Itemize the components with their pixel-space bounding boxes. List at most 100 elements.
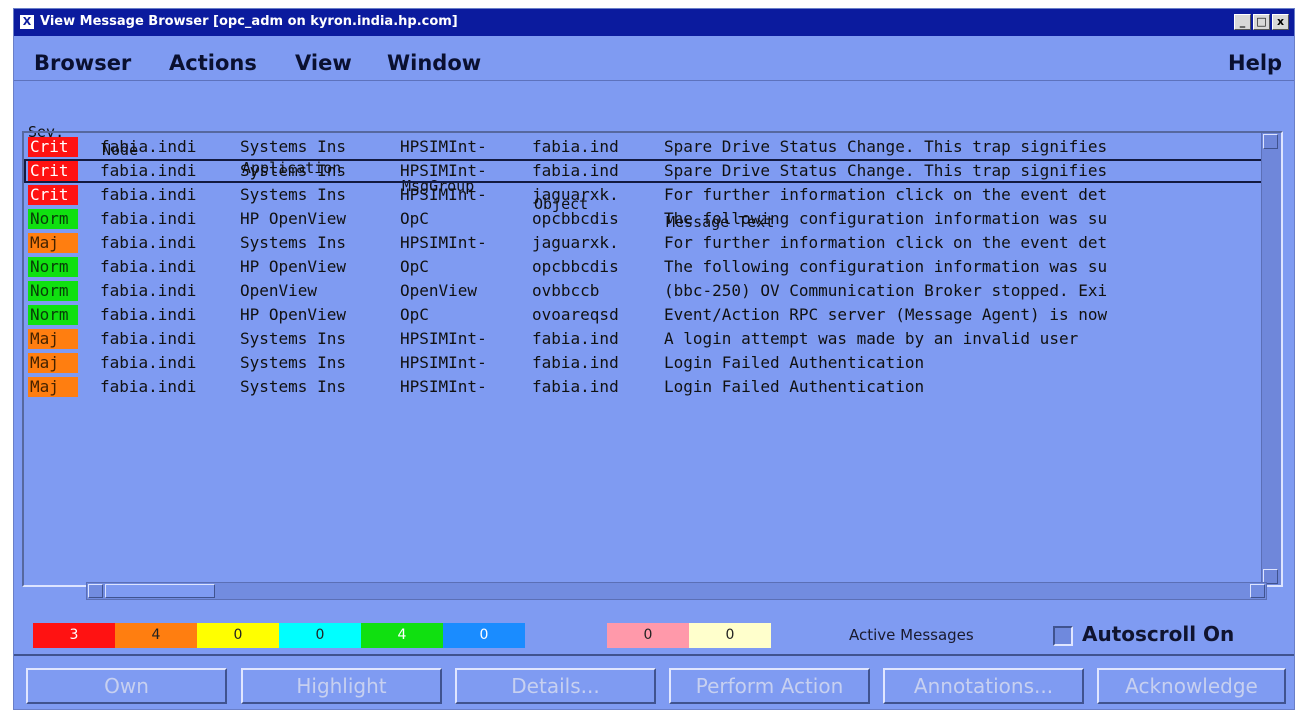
msggroup-cell: HPSIMInt- (400, 353, 487, 372)
window-title: View Message Browser [opc_adm on kyron.i… (40, 14, 458, 29)
message-text-cell: The following configuration information … (664, 209, 1108, 228)
table-row[interactable]: Maj fabia.indi Systems Ins HPSIMInt-fabia.i… (24, 351, 1264, 375)
horizontal-scroll-thumb[interactable] (105, 584, 215, 598)
severity-badge: Crit (28, 161, 78, 181)
menu-view[interactable]: View (295, 51, 352, 75)
severity-badge: Crit (28, 137, 78, 157)
application-cell: Systems Ins (240, 353, 346, 372)
own-button[interactable]: Own (26, 668, 227, 704)
severity-badge: Maj (28, 329, 78, 349)
minimize-button[interactable]: _ (1234, 14, 1251, 30)
object-cell: ovbbccb (532, 281, 600, 300)
annotations-button[interactable]: Annotations... (883, 668, 1084, 704)
menu-bar: Browser Actions View Window Help (14, 36, 1294, 81)
object-cell: jaguarxk. (532, 233, 619, 252)
vertical-scrollbar[interactable] (1261, 133, 1281, 585)
table-row[interactable]: Norm fabia.indi HP OpenView OpC opcbbcdis The… (24, 207, 1264, 231)
application-cell: OpenView (240, 281, 318, 300)
application-cell: Systems Ins (240, 329, 346, 348)
application-cell: HP OpenView (240, 209, 346, 228)
node-cell: fabia.indi (100, 233, 197, 252)
severity-badge: Norm (28, 209, 78, 229)
severity-count-1: 4 (115, 623, 197, 648)
severity-badge: Maj (28, 353, 78, 373)
severity-count-5: 0 (443, 623, 525, 648)
severity-count-4: 4 (361, 623, 443, 648)
application-cell: Systems Ins (240, 233, 346, 252)
table-row[interactable]: Norm fabia.indi OpenView OpenView ovbbccb (bb… (24, 279, 1264, 303)
msggroup-cell: OpC (400, 209, 429, 228)
table-row[interactable]: Maj fabia.indi Systems Ins HPSIMInt-fabia.i… (24, 375, 1264, 399)
object-cell: jaguarxk. (532, 185, 619, 204)
application-cell: Systems Ins (240, 161, 346, 180)
node-cell: fabia.indi (100, 377, 197, 396)
highlight-button[interactable]: Highlight (241, 668, 442, 704)
message-text-cell: Login Failed Authentication (664, 353, 925, 372)
table-row[interactable]: Norm fabia.indi HP OpenView OpC opcbbcdis The… (24, 255, 1264, 279)
autoscroll-checkbox[interactable] (1053, 626, 1073, 646)
maximize-button[interactable]: □ (1253, 14, 1270, 30)
object-cell: ovoareqsd (532, 305, 619, 324)
application-cell: HP OpenView (240, 257, 346, 276)
table-row[interactable]: Crit fabia.indi Systems Ins HPSIMInt-fabia.… (24, 135, 1264, 159)
severity-count-2: 0 (197, 623, 279, 648)
severity-count-6: 0 (607, 623, 689, 648)
msggroup-cell: OpC (400, 305, 429, 324)
details-button[interactable]: Details... (455, 668, 656, 704)
message-text-cell: Spare Drive Status Change. This trap sig… (664, 137, 1108, 156)
message-text-cell: Login Failed Authentication (664, 377, 925, 396)
scroll-left-icon[interactable] (88, 584, 103, 598)
menu-actions[interactable]: Actions (169, 51, 257, 75)
msggroup-cell: OpC (400, 257, 429, 276)
node-cell: fabia.indi (100, 161, 197, 180)
node-cell: fabia.indi (100, 257, 197, 276)
object-cell: fabia.ind (532, 353, 619, 372)
object-cell: opcbbcdis (532, 209, 619, 228)
table-row[interactable]: Crit fabia.indi Systems Ins HPSIMInt-fabia.… (24, 159, 1264, 183)
object-cell: fabia.ind (532, 377, 619, 396)
object-cell: opcbbcdis (532, 257, 619, 276)
severity-badge: Norm (28, 305, 78, 325)
menu-window[interactable]: Window (387, 51, 481, 75)
object-cell: fabia.ind (532, 329, 619, 348)
table-row[interactable]: Maj fabia.indi Systems Ins HPSIMInt-fabia.i… (24, 327, 1264, 351)
msggroup-cell: HPSIMInt- (400, 377, 487, 396)
message-text-cell: A login attempt was made by an invalid u… (664, 329, 1079, 348)
button-bar: Own Highlight Details... Perform Action … (14, 654, 1294, 713)
message-text-cell: (bbc-250) OV Communication Broker stoppe… (664, 281, 1108, 300)
severity-badge: Crit (28, 185, 78, 205)
msggroup-cell: HPSIMInt- (400, 329, 487, 348)
horizontal-scrollbar[interactable] (86, 582, 1267, 600)
msggroup-cell: OpenView (400, 281, 478, 300)
application-cell: Systems Ins (240, 377, 346, 396)
scroll-right-icon[interactable] (1250, 584, 1265, 598)
message-text-cell: Event/Action RPC server (Message Agent) … (664, 305, 1108, 324)
node-cell: fabia.indi (100, 209, 197, 228)
menu-help[interactable]: Help (1228, 51, 1282, 75)
table-row[interactable]: Maj fabia.indi Systems Ins HPSIMInt-jaguarx… (24, 231, 1264, 255)
perform-action-button[interactable]: Perform Action (669, 668, 870, 704)
active-messages-label: Active Messages (849, 626, 974, 644)
object-cell: fabia.ind (532, 161, 619, 180)
severity-count-3: 0 (279, 623, 361, 648)
severity-count-7: 0 (689, 623, 771, 648)
node-cell: fabia.indi (100, 353, 197, 372)
severity-badge: Norm (28, 281, 78, 301)
close-button[interactable]: x (1272, 14, 1289, 30)
node-cell: fabia.indi (100, 137, 197, 156)
application-cell: Systems Ins (240, 185, 346, 204)
message-list[interactable]: Crit fabia.indi Systems Ins HPSIMInt-fabia.… (22, 131, 1283, 587)
scroll-up-icon[interactable] (1263, 134, 1278, 149)
message-browser-window: X View Message Browser [opc_adm on kyron… (13, 8, 1295, 710)
title-bar[interactable]: X View Message Browser [opc_adm on kyron… (14, 9, 1294, 36)
severity-count-0: 3 (33, 623, 115, 648)
table-row[interactable]: Norm fabia.indi HP OpenView OpC ovoareqsd Eve… (24, 303, 1264, 327)
autoscroll-label: Autoscroll On (1082, 622, 1235, 646)
severity-badge: Norm (28, 257, 78, 277)
app-x-icon: X (20, 15, 34, 29)
severity-badge: Maj (28, 377, 78, 397)
acknowledge-button[interactable]: Acknowledge (1097, 668, 1286, 704)
table-row[interactable]: Crit fabia.indi Systems Ins HPSIMInt-jaguar… (24, 183, 1264, 207)
menu-browser[interactable]: Browser (34, 51, 131, 75)
msggroup-cell: HPSIMInt- (400, 233, 487, 252)
